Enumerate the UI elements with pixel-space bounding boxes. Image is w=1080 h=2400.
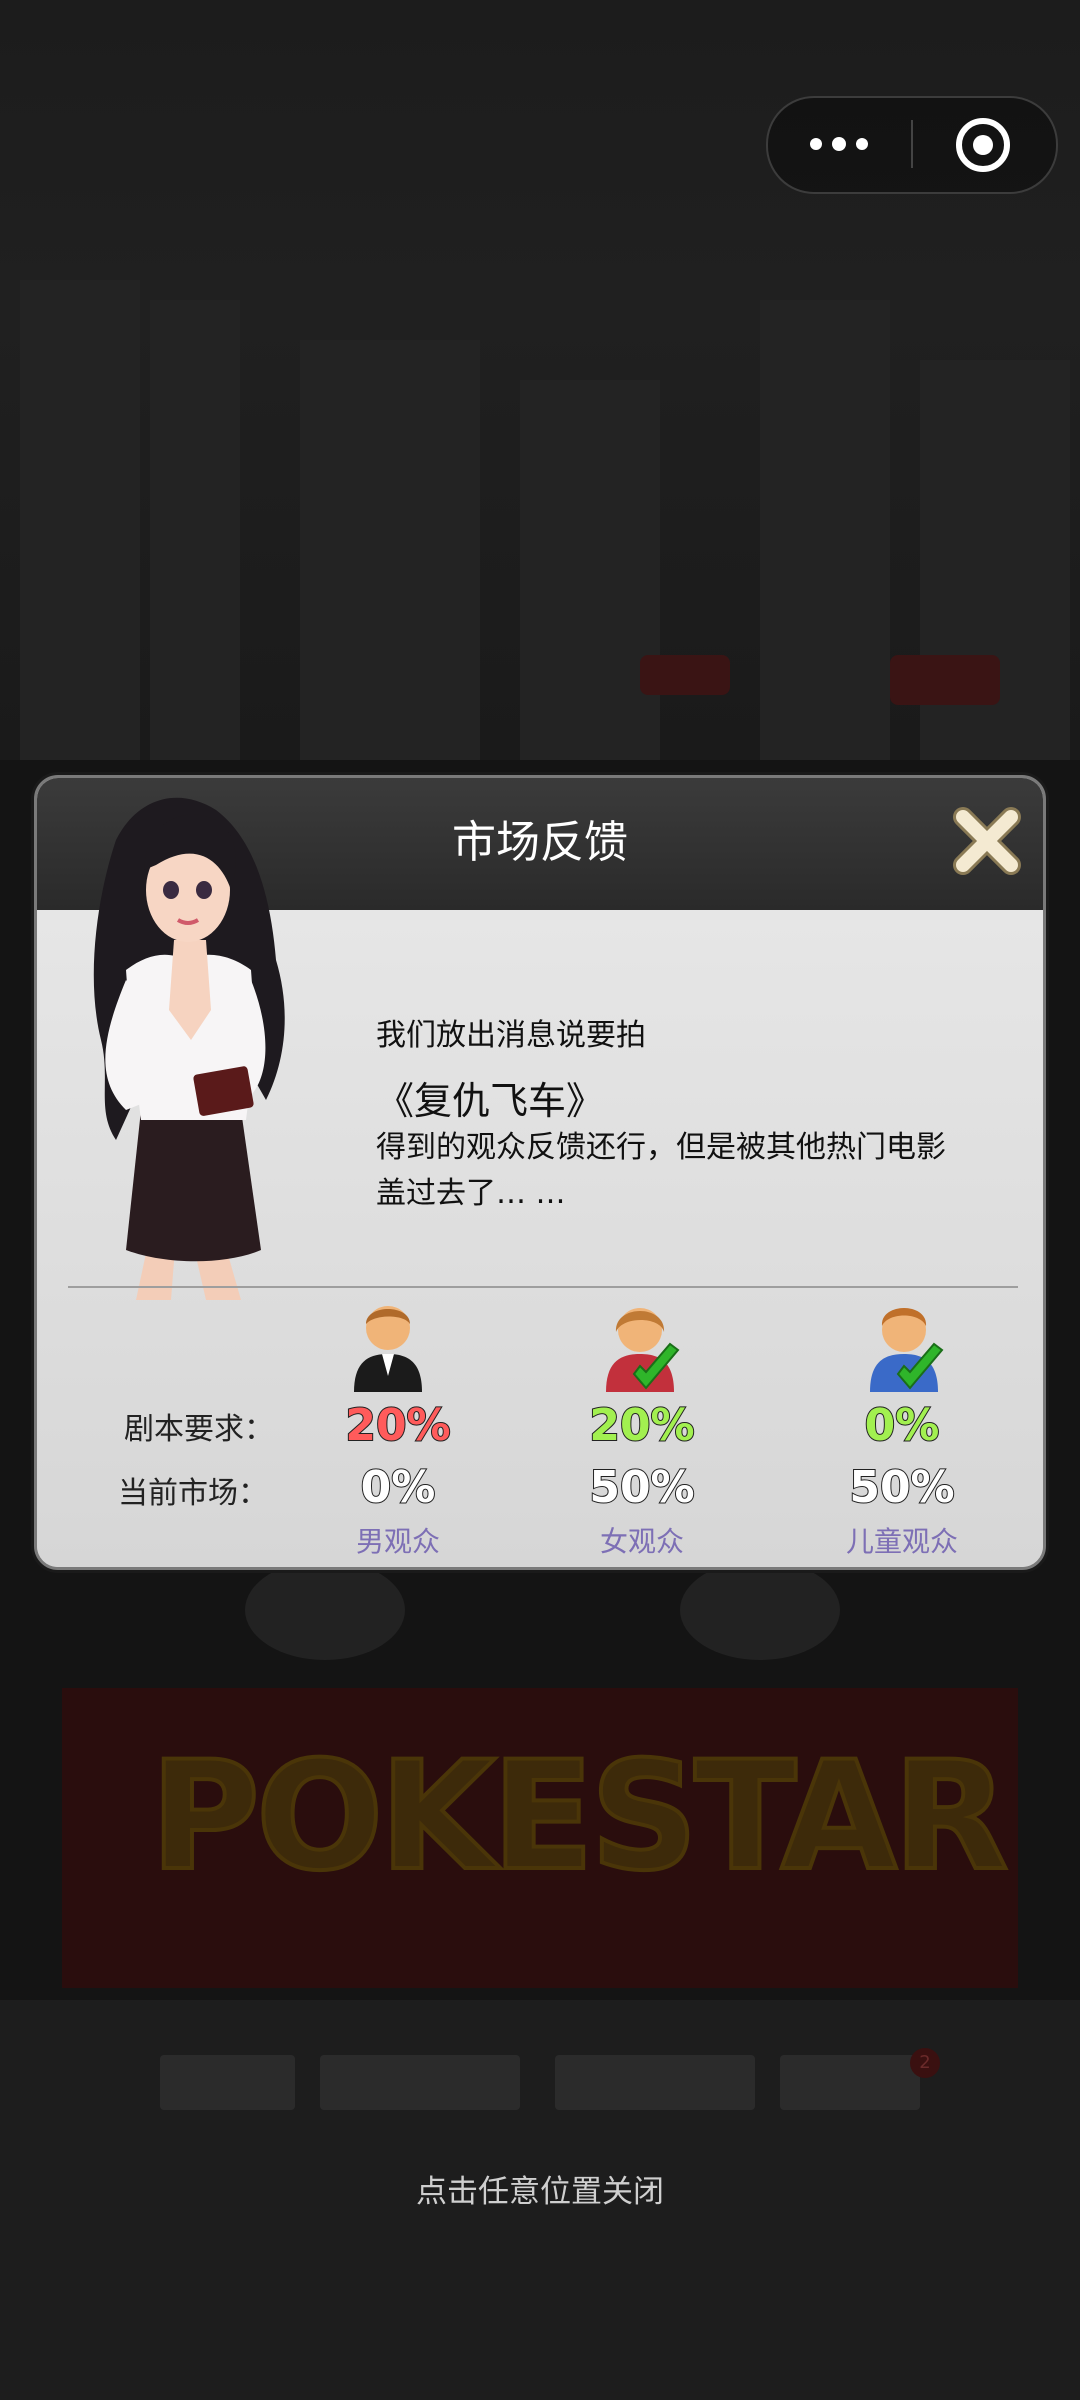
bg-panel	[320, 2055, 520, 2110]
female-requirement-value: 20%	[588, 1399, 695, 1452]
more-dots-icon[interactable]	[810, 126, 892, 162]
child-audience-icon	[870, 1308, 944, 1392]
message-intro: 我们放出消息说要拍	[376, 1018, 646, 1053]
female-audience-label: 女观众	[599, 1525, 684, 1558]
building-shape	[20, 280, 140, 760]
building-shape	[150, 300, 240, 760]
male-requirement-value: 20%	[344, 1399, 451, 1452]
close-x-icon[interactable]	[949, 803, 1025, 879]
building-shape	[300, 340, 480, 760]
movie-title: 《复仇飞车》	[376, 1079, 605, 1123]
bg-panel	[160, 2055, 295, 2110]
message-line: 盖过去了… …	[376, 1176, 566, 1211]
secretary-character-illustration	[93, 797, 285, 1300]
male-audience-icon	[354, 1306, 422, 1392]
script-requirement-label: 剧本要求：	[124, 1412, 274, 1447]
mini-program-capsule	[766, 96, 1058, 194]
female-audience-icon	[606, 1308, 680, 1392]
feedback-message: 我们放出消息说要拍 《复仇飞车》 得到的观众反馈还行，但是被其他热门电影 盖过去…	[376, 1010, 1036, 1217]
child-requirement-value: 0%	[864, 1399, 941, 1452]
store-sign-text: POKESTAR	[148, 1728, 1010, 1906]
car-light-shape	[640, 655, 730, 695]
bg-shape	[680, 1560, 840, 1660]
target-circle-icon[interactable]	[956, 118, 1010, 172]
bg-panel	[555, 2055, 755, 2110]
notification-badge: 2	[910, 2048, 940, 2078]
bg-panel	[780, 2055, 920, 2110]
message-line: 得到的观众反馈还行，但是被其他热门电影	[376, 1130, 946, 1165]
child-audience-label: 儿童观众	[845, 1525, 958, 1558]
divider	[68, 1286, 1018, 1288]
child-market-value: 50%	[848, 1461, 955, 1514]
male-market-value: 0%	[360, 1461, 437, 1514]
current-market-label: 当前市场：	[118, 1476, 268, 1511]
female-market-value: 50%	[588, 1461, 695, 1514]
tap-to-close-hint: 点击任意位置关闭	[416, 2174, 664, 2210]
male-audience-label: 男观众	[355, 1525, 440, 1558]
bg-shape	[245, 1560, 405, 1660]
capsule-divider	[911, 120, 913, 168]
car-light-shape	[890, 655, 1000, 705]
building-shape	[520, 380, 660, 760]
building-shape	[760, 300, 890, 760]
